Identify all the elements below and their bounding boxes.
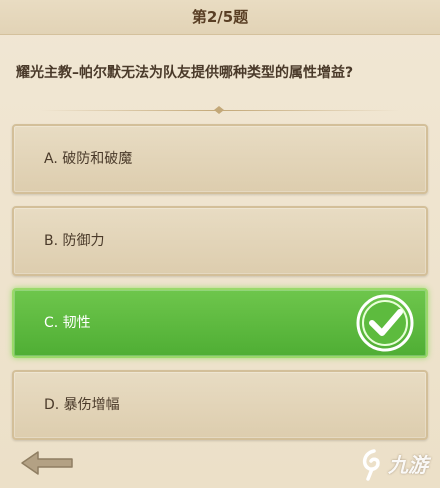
option-a-label: A. 破防和破魔 <box>44 151 133 167</box>
watermark-logo-icon <box>362 449 380 481</box>
option-b-button[interactable]: B. 防御力 <box>12 206 428 276</box>
option-d-label: D. 暴伤增幅 <box>44 397 120 413</box>
question-counter: 第2/5题 <box>191 8 249 26</box>
option-c-label: C. 韧性 <box>44 315 91 331</box>
option-b-label: B. 防御力 <box>44 233 105 249</box>
option-d-button[interactable]: D. 暴伤增幅 <box>12 370 428 440</box>
back-arrow-icon[interactable] <box>18 448 76 478</box>
watermark: 九游 <box>358 448 438 482</box>
quiz-screen: 第2/5题 耀光主教–帕尔默无法为队友提供哪种类型的属性增益? A. 破防和破魔… <box>0 0 440 488</box>
watermark-text: 九游 <box>388 453 428 477</box>
question-text: 耀光主教–帕尔默无法为队友提供哪种类型的属性增益? <box>16 65 354 81</box>
option-c-button[interactable]: C. 韧性 <box>12 288 428 358</box>
option-a-button[interactable]: A. 破防和破魔 <box>12 124 428 194</box>
check-icon <box>356 294 414 352</box>
divider-ornament-icon <box>214 106 224 114</box>
